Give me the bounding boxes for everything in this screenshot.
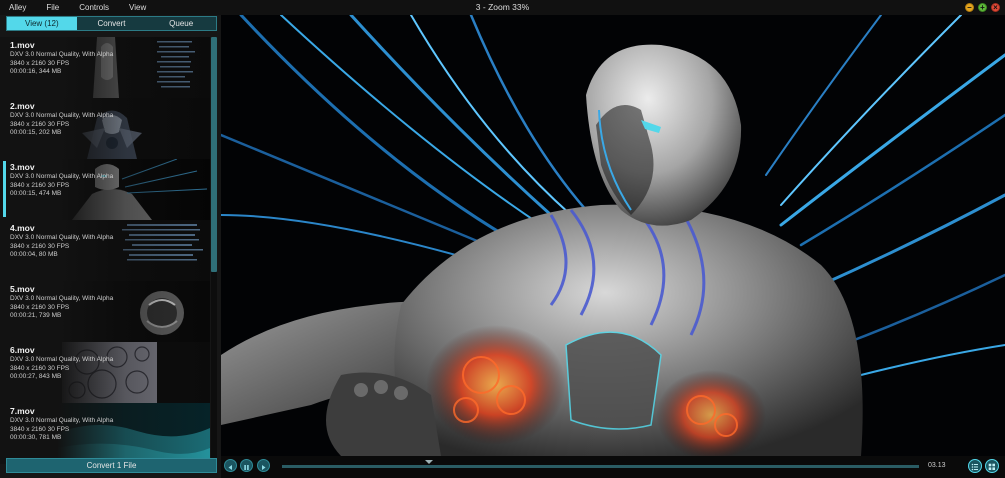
preview-frame (221, 15, 1005, 456)
file-name: 1.mov (10, 40, 35, 50)
file-info: 00:00:21, 739 MB (10, 312, 62, 319)
playhead-marker[interactable] (424, 460, 433, 464)
file-resolution: 3840 x 2160 30 FPS (10, 181, 70, 189)
file-list-scrollbar[interactable] (211, 37, 217, 471)
file-item-selected[interactable]: 3.mov DXV 3.0 Normal Quality, With Alpha… (0, 159, 210, 220)
file-info: 00:00:16, 344 MB (10, 68, 62, 75)
file-info: 00:00:30, 781 MB (10, 434, 62, 441)
file-details: 7.mov DXV 3.0 Normal Quality, With Alpha… (10, 406, 113, 443)
file-item[interactable]: 5.mov DXV 3.0 Normal Quality, With Alpha… (0, 281, 210, 342)
next-frame-icon (262, 465, 266, 470)
tab-view[interactable]: View (12) (7, 17, 77, 30)
previous-button[interactable] (224, 459, 237, 472)
file-item[interactable]: 6.mov DXV 3.0 Normal Quality, With Alpha… (0, 342, 210, 403)
sidebar: View (12) Convert Queue 1.mov DXV 3.0 No… (0, 15, 221, 478)
next-button[interactable] (257, 459, 270, 472)
file-name: 4.mov (10, 223, 35, 233)
file-details: 3.mov DXV 3.0 Normal Quality, With Alpha… (10, 162, 113, 199)
file-resolution: 3840 x 2160 30 FPS (10, 303, 70, 311)
file-codec: DXV 3.0 Normal Quality, With Alpha (10, 112, 114, 119)
file-codec: DXV 3.0 Normal Quality, With Alpha (10, 173, 114, 180)
file-name: 2.mov (10, 101, 35, 111)
maximize-button[interactable]: + (978, 3, 987, 12)
file-name: 5.mov (10, 284, 35, 294)
transport-bar: 03.13 (221, 456, 1005, 478)
minimize-icon: – (967, 3, 972, 12)
file-details: 2.mov DXV 3.0 Normal Quality, With Alpha… (10, 101, 113, 138)
file-codec: DXV 3.0 Normal Quality, With Alpha (10, 51, 114, 58)
menu-file[interactable]: File (46, 3, 59, 12)
timecode-display: 03.13 (928, 462, 946, 469)
pause-button[interactable] (240, 459, 253, 472)
file-codec: DXV 3.0 Normal Quality, With Alpha (10, 417, 114, 424)
file-info: 00:00:27, 843 MB (10, 373, 62, 380)
menu-controls[interactable]: Controls (79, 3, 109, 12)
file-details: 4.mov DXV 3.0 Normal Quality, With Alpha… (10, 223, 113, 260)
file-resolution: 3840 x 2160 30 FPS (10, 120, 70, 128)
menu-alley[interactable]: Alley (9, 3, 26, 12)
file-name: 6.mov (10, 345, 35, 355)
file-item[interactable]: 7.mov DXV 3.0 Normal Quality, With Alpha… (0, 403, 210, 464)
file-item[interactable]: 2.mov DXV 3.0 Normal Quality, With Alpha… (0, 98, 210, 159)
file-resolution: 3840 x 2160 30 FPS (10, 364, 70, 372)
scrollbar-thumb[interactable] (211, 37, 217, 272)
file-codec: DXV 3.0 Normal Quality, With Alpha (10, 356, 114, 363)
file-item[interactable]: 4.mov DXV 3.0 Normal Quality, With Alpha… (0, 220, 210, 281)
close-button[interactable]: × (991, 3, 1000, 12)
main-menu: Alley File Controls View (9, 3, 166, 12)
selection-indicator (3, 161, 6, 217)
file-details: 6.mov DXV 3.0 Normal Quality, With Alpha… (10, 345, 113, 382)
tab-queue[interactable]: Queue (146, 17, 217, 30)
file-name: 3.mov (10, 162, 35, 172)
tab-convert[interactable]: Convert (76, 17, 147, 30)
list-icon (971, 463, 978, 471)
minimize-button[interactable]: – (965, 3, 974, 12)
file-details: 1.mov DXV 3.0 Normal Quality, With Alpha… (10, 40, 113, 77)
window-controls: – + × (965, 3, 1000, 12)
file-resolution: 3840 x 2160 30 FPS (10, 425, 70, 433)
file-item[interactable]: 1.mov DXV 3.0 Normal Quality, With Alpha… (0, 37, 210, 98)
file-info: 00:00:15, 202 MB (10, 129, 62, 136)
timeline-scrubber[interactable] (282, 460, 919, 468)
menu-view[interactable]: View (129, 3, 146, 12)
file-info: 00:00:04, 80 MB (10, 251, 58, 258)
file-name: 7.mov (10, 406, 35, 416)
grid-icon (988, 463, 995, 470)
file-codec: DXV 3.0 Normal Quality, With Alpha (10, 295, 114, 302)
video-preview[interactable] (221, 15, 1005, 456)
grid-view-button[interactable] (985, 459, 999, 473)
pause-icon (244, 465, 249, 470)
convert-button[interactable]: Convert 1 File (6, 458, 217, 473)
file-info: 00:00:15, 474 MB (10, 190, 62, 197)
file-resolution: 3840 x 2160 30 FPS (10, 59, 70, 67)
file-resolution: 3840 x 2160 30 FPS (10, 242, 70, 250)
file-list: 1.mov DXV 3.0 Normal Quality, With Alpha… (0, 37, 210, 471)
previous-frame-icon (228, 465, 232, 470)
list-view-button[interactable] (968, 459, 982, 473)
close-icon: × (993, 3, 998, 12)
menu-bar: Alley File Controls View 3 - Zoom 33% – … (0, 0, 1005, 15)
file-details: 5.mov DXV 3.0 Normal Quality, With Alpha… (10, 284, 113, 321)
sidebar-tabs: View (12) Convert Queue (6, 16, 217, 31)
file-codec: DXV 3.0 Normal Quality, With Alpha (10, 234, 114, 241)
maximize-icon: + (980, 3, 985, 12)
